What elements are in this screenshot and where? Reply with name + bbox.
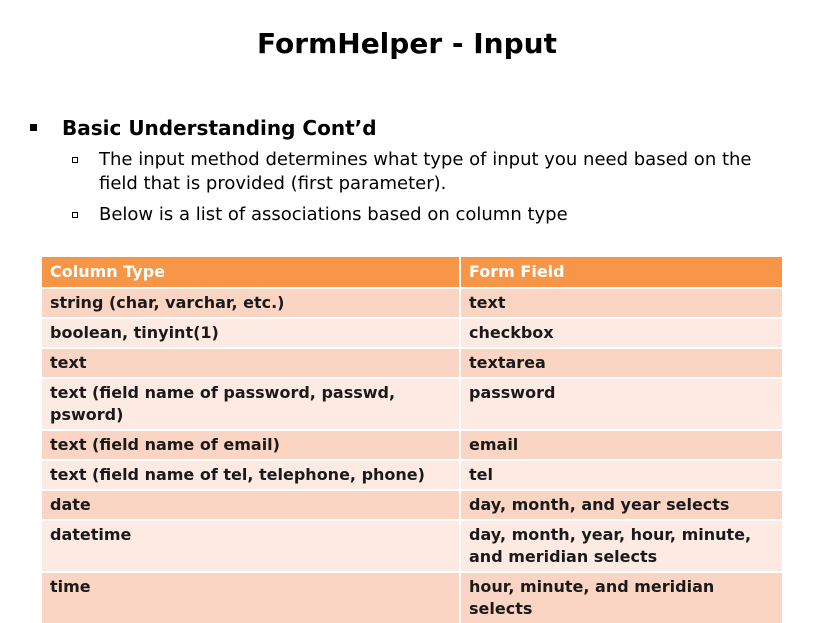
hollow-square-bullet-icon <box>72 212 78 218</box>
square-bullet-icon <box>30 124 37 131</box>
table-header-row: Column Type Form Field <box>42 257 782 288</box>
form-field-cell: checkbox <box>459 317 782 348</box>
sub-bullet-text: The input method determines what type of… <box>99 149 752 194</box>
column-type-cell: string (char, varchar, etc.) <box>42 287 460 318</box>
form-field-cell: day, month, year, hour, minute, and meri… <box>459 519 782 572</box>
column-type-cell: time <box>42 571 460 623</box>
table-row: text (field name of email) email <box>42 429 782 460</box>
table-row: datetime day, month, year, hour, minute,… <box>42 519 782 572</box>
table-row: text textarea <box>42 347 782 378</box>
table-row: date day, month, and year selects <box>42 489 782 520</box>
header-form-field: Form Field <box>459 257 782 288</box>
form-field-cell: hour, minute, and meridian selects <box>459 571 782 623</box>
column-type-cell: text <box>42 347 460 378</box>
sub-bullet-text: Below is a list of associations based on… <box>99 204 568 225</box>
table-row: text (field name of password, passwd, ps… <box>42 377 782 430</box>
column-type-cell: datetime <box>42 519 460 572</box>
bullet-heading: Basic Understanding Cont’d <box>62 116 377 140</box>
column-type-cell: date <box>42 489 460 520</box>
table-row: text (field name of tel, telephone, phon… <box>42 459 782 490</box>
form-field-cell: day, month, and year selects <box>459 489 782 520</box>
associations-table: Column Type Form Field string (char, var… <box>42 257 782 623</box>
column-type-cell: boolean, tinyint(1) <box>42 317 460 348</box>
column-type-cell: text (field name of email) <box>42 429 460 460</box>
table-row: string (char, varchar, etc.) text <box>42 287 782 318</box>
form-field-cell: tel <box>459 459 782 490</box>
form-field-cell: text <box>459 287 782 318</box>
slide-title: FormHelper - Input <box>257 27 557 60</box>
table-row: time hour, minute, and meridian selects <box>42 571 782 623</box>
hollow-square-bullet-icon <box>72 157 78 163</box>
form-field-cell: email <box>459 429 782 460</box>
associations-table-container: Column Type Form Field string (char, var… <box>42 257 782 623</box>
form-field-cell: password <box>459 377 782 430</box>
column-type-cell: text (field name of password, passwd, ps… <box>42 377 460 430</box>
header-column-type: Column Type <box>42 257 460 288</box>
column-type-cell: text (field name of tel, telephone, phon… <box>42 459 460 490</box>
form-field-cell: textarea <box>459 347 782 378</box>
table-row: boolean, tinyint(1) checkbox <box>42 317 782 348</box>
